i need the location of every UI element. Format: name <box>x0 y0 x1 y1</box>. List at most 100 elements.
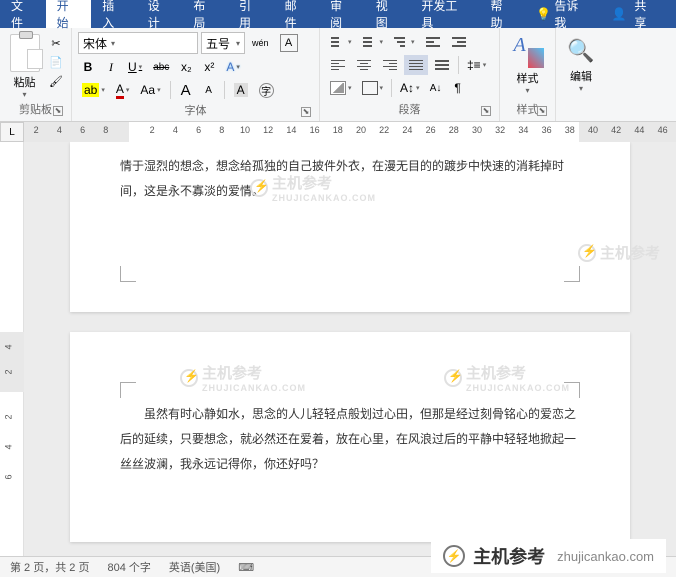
outdent-icon <box>425 35 441 49</box>
enclose-char-button[interactable]: 字 <box>255 80 278 100</box>
status-words[interactable]: 804 个字 <box>107 559 150 575</box>
strike-button[interactable]: abc <box>149 57 173 77</box>
chevron-down-icon: ▾ <box>380 38 384 46</box>
tab-design[interactable]: 设计 <box>137 0 183 28</box>
font-name-combo[interactable]: 宋体▾ <box>78 32 198 54</box>
multilevel-button[interactable]: ▾ <box>389 32 419 52</box>
chevron-down-icon: ▾ <box>139 63 143 71</box>
font-size-value: 五号 <box>206 35 230 52</box>
numbering-button[interactable]: ▾ <box>358 32 388 52</box>
vertical-ruler[interactable]: 42246 <box>0 142 24 556</box>
align-center-button[interactable] <box>352 55 376 75</box>
shading-button[interactable]: ▾ <box>326 78 356 98</box>
share-button[interactable]: 👤 共享 <box>600 0 676 31</box>
pinyin-label: wén <box>252 38 269 48</box>
paste-button[interactable]: 粘贴 ▾ <box>6 32 43 99</box>
tab-home[interactable]: 开始 <box>46 0 92 28</box>
status-page[interactable]: 第 2 页，共 2 页 <box>10 559 89 575</box>
tab-references[interactable]: 引用 <box>228 0 274 28</box>
increase-indent-button[interactable] <box>447 32 471 52</box>
borders-icon <box>362 81 378 95</box>
horizontal-ruler[interactable]: 8642246810121416182022242628303234363840… <box>24 122 676 142</box>
char-shading-button[interactable]: A <box>230 80 252 100</box>
pilcrow-icon: ¶ <box>454 81 460 95</box>
phonetic-guide-button[interactable]: wén <box>248 33 273 53</box>
bold-button[interactable]: B <box>78 57 98 77</box>
page-1-text[interactable]: 情于湿烈的想念，想念给孤独的自己披件外衣，在漫无目的的踱步中快速的消耗掉时间，这… <box>70 142 630 216</box>
attribution-domain: zhujicankao.com <box>557 549 654 564</box>
attribution-icon: ⚡ <box>443 545 465 567</box>
multilevel-icon <box>393 35 409 49</box>
lightbulb-icon: 💡 <box>536 7 551 21</box>
font-size-combo[interactable]: 五号▾ <box>201 32 245 54</box>
case-label: Aa <box>140 83 155 97</box>
subscript-button[interactable]: x₂ <box>176 57 196 77</box>
change-case-button[interactable]: Aa▾ <box>136 80 164 100</box>
tab-view[interactable]: 视图 <box>365 0 411 28</box>
tab-devtools[interactable]: 开发工具 <box>410 0 479 28</box>
italic-button[interactable]: I <box>101 57 121 77</box>
paragraph-launcher[interactable]: ⬊ <box>481 106 491 116</box>
align-center-icon <box>356 58 372 72</box>
tab-review[interactable]: 审阅 <box>319 0 365 28</box>
decrease-indent-button[interactable] <box>421 32 445 52</box>
horizontal-ruler-row: L 86422468101214161820222426283032343638… <box>0 122 676 142</box>
char-border-button[interactable]: A <box>276 33 302 53</box>
status-input-mode[interactable]: ⌨ <box>238 561 254 574</box>
align-justify-button[interactable] <box>404 55 428 75</box>
paragraph-group-label: 段落 <box>399 104 421 116</box>
styles-icon <box>512 34 544 70</box>
tab-mailings[interactable]: 邮件 <box>274 0 320 28</box>
sort-button[interactable]: A↓ <box>426 78 446 98</box>
u-label: U <box>128 60 137 74</box>
format-painter-button[interactable]: 🖌 <box>47 73 65 89</box>
page-2[interactable]: 主机参考ZHUJICANKAO.COM 主机参考ZHUJICANKAO.COM … <box>70 332 630 542</box>
ruler-tab-selector[interactable]: L <box>0 122 24 142</box>
clipboard-launcher[interactable]: ⬊ <box>53 106 63 116</box>
align-distribute-button[interactable] <box>430 55 454 75</box>
find-icon: 🔍 <box>567 38 594 64</box>
align-justify-icon <box>408 58 424 72</box>
boxed-a-icon: A <box>280 34 298 52</box>
editing-button[interactable]: 🔍 编辑 ▾ <box>562 32 600 115</box>
bullets-button[interactable]: ▾ <box>326 32 356 52</box>
editing-btn-label: 编辑 <box>570 68 592 84</box>
page-2-text[interactable]: 虽然有时心静如水，思念的人儿轻轻点般划过心田，但那是经过刻骨铭心的爱恋之后的延续… <box>70 332 630 490</box>
font-launcher[interactable]: ⬊ <box>301 107 311 117</box>
tab-layout[interactable]: 布局 <box>182 0 228 28</box>
text-direction-button[interactable]: A↕▾ <box>396 78 424 98</box>
page-1[interactable]: 主机参考ZHUJICANKAO.COM 主机参考 情于湿烈的想念，想念给孤独的自… <box>70 142 630 312</box>
grow-font-button[interactable]: A <box>176 80 196 100</box>
borders-button[interactable]: ▾ <box>358 78 388 98</box>
bullets-icon <box>330 35 346 49</box>
font-color-button[interactable]: A▾ <box>112 80 134 100</box>
chevron-down-icon: ▾ <box>111 39 115 48</box>
styles-button[interactable]: 样式 ▾ <box>506 32 549 99</box>
attribution-overlay: ⚡ 主机参考 zhujicankao.com <box>431 539 666 573</box>
text-effects-button[interactable]: A▾ <box>222 57 244 77</box>
cut-button[interactable]: ✂ <box>47 35 65 51</box>
indent-icon <box>451 35 467 49</box>
align-right-button[interactable] <box>378 55 402 75</box>
charshade-label: A <box>234 83 248 97</box>
status-language[interactable]: 英语(美国) <box>169 559 220 575</box>
superscript-button[interactable]: x² <box>199 57 219 77</box>
chevron-down-icon: ▾ <box>416 84 420 92</box>
line-spacing-button[interactable]: ‡≡▾ <box>463 55 490 75</box>
tab-insert[interactable]: 插入 <box>91 0 137 28</box>
copy-button[interactable]: 📄 <box>47 54 65 70</box>
show-marks-button[interactable]: ¶ <box>448 78 468 98</box>
tab-file[interactable]: 文件 <box>0 0 46 28</box>
menu-bar: 文件 开始 插入 设计 布局 引用 邮件 审阅 视图 开发工具 帮助 💡 告诉我… <box>0 0 676 28</box>
highlight-button[interactable]: ab▾ <box>78 80 109 100</box>
crop-mark <box>120 382 136 398</box>
tab-help[interactable]: 帮助 <box>480 0 526 28</box>
effect-label: A <box>226 60 234 74</box>
align-left-button[interactable] <box>326 55 350 75</box>
shrink-font-button[interactable]: A <box>199 80 219 100</box>
styles-launcher[interactable]: ⬊ <box>537 106 547 116</box>
tab-tellme[interactable]: 💡 告诉我 <box>525 0 600 28</box>
separator <box>224 81 225 99</box>
attribution-text: 主机参考 <box>473 543 545 569</box>
underline-button[interactable]: U▾ <box>124 57 146 77</box>
